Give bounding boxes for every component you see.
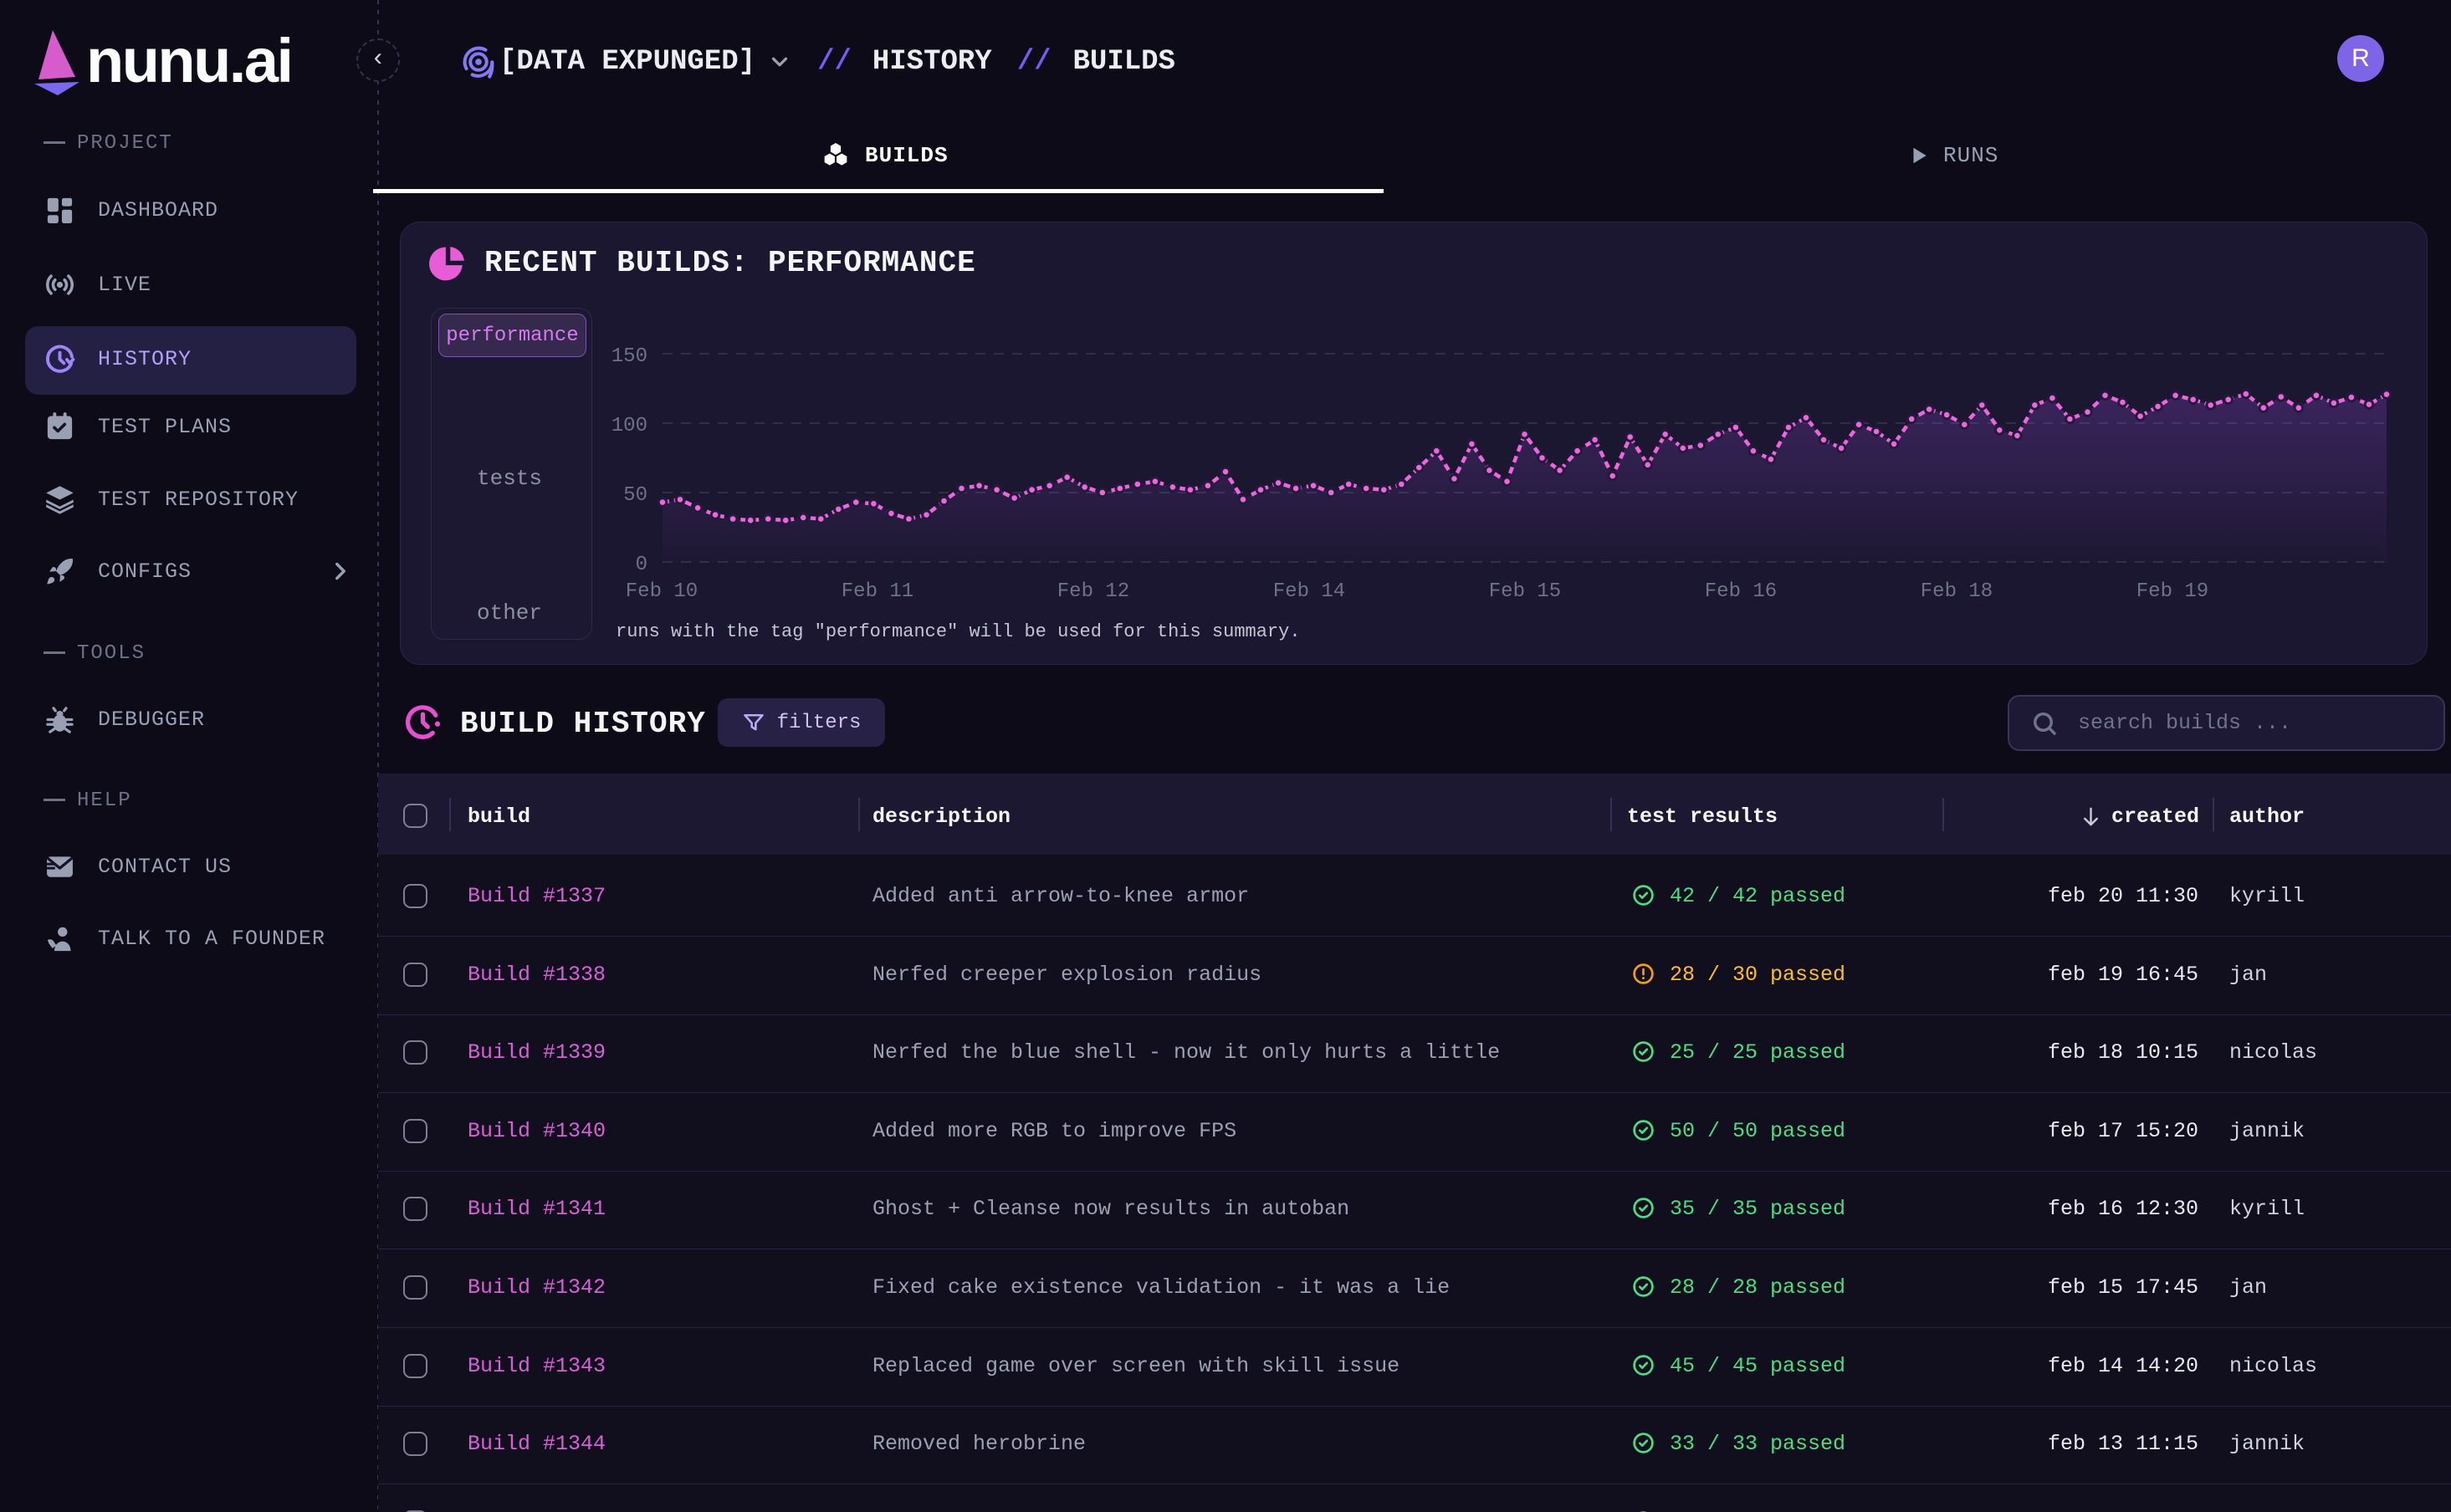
svg-text:Feb 19: Feb 19	[2136, 580, 2208, 603]
svg-text:Feb 10: Feb 10	[626, 580, 698, 603]
svg-text:Feb 18: Feb 18	[1921, 580, 1993, 603]
svg-text:50: 50	[623, 484, 647, 507]
svg-text:Feb 15: Feb 15	[1489, 580, 1561, 603]
svg-text:100: 100	[611, 415, 647, 437]
svg-text:Feb 11: Feb 11	[842, 580, 913, 603]
svg-text:150: 150	[611, 345, 647, 368]
svg-text:Feb 12: Feb 12	[1057, 580, 1129, 603]
svg-text:0: 0	[636, 554, 647, 576]
svg-text:Feb 14: Feb 14	[1273, 580, 1345, 603]
svg-text:Feb 16: Feb 16	[1705, 580, 1777, 603]
